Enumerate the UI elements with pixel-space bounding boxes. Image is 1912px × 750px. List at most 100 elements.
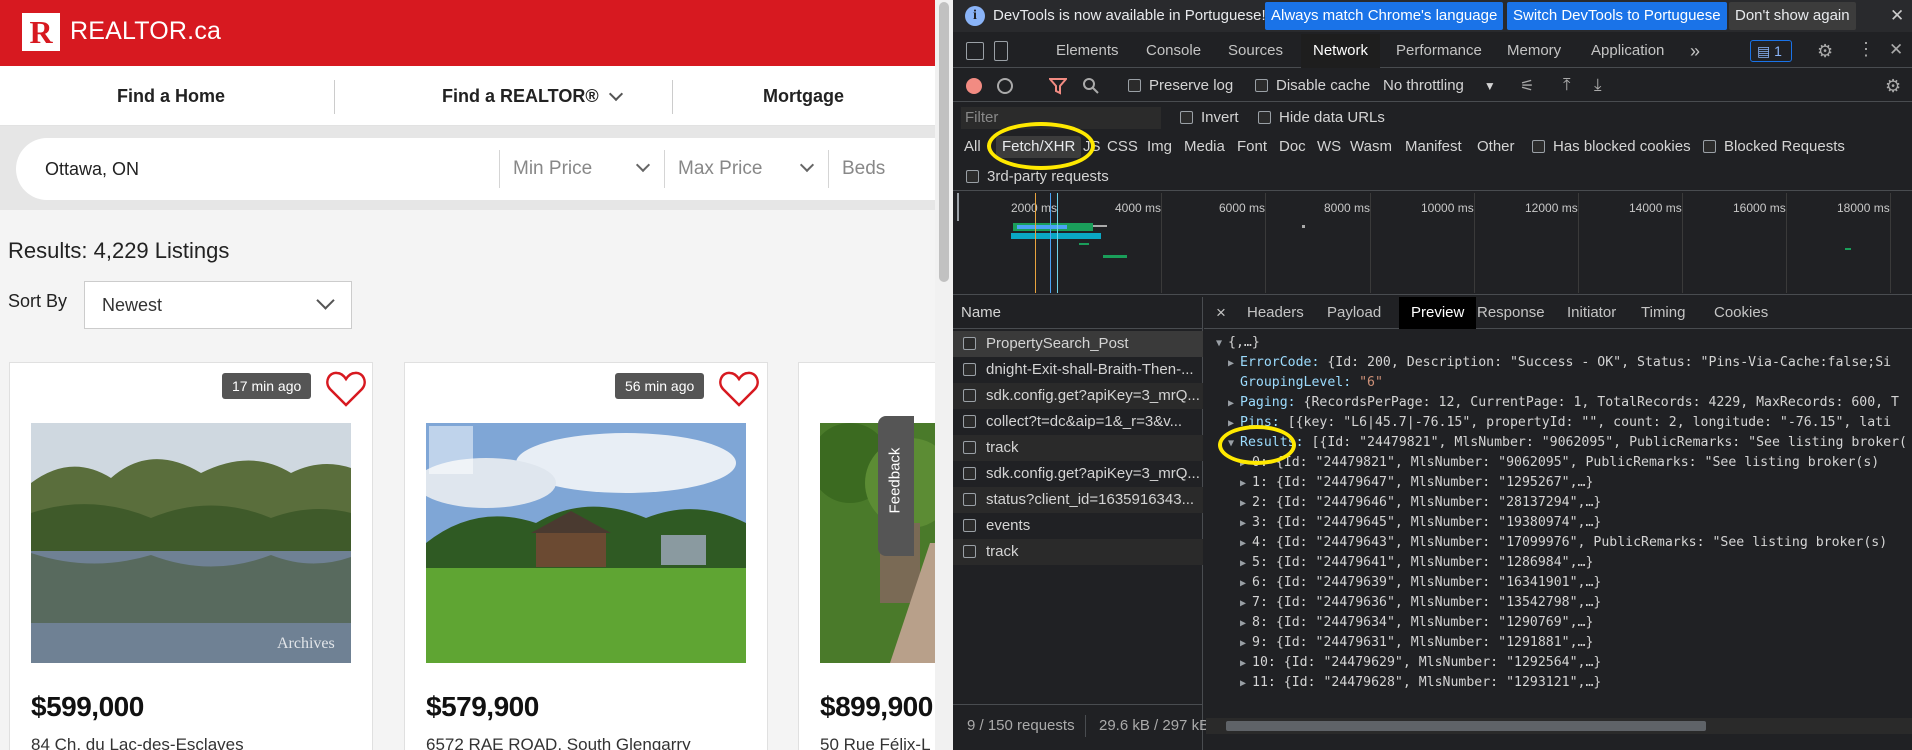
listing-photo[interactable] <box>426 423 746 663</box>
tab-initiator[interactable]: Initiator <box>1567 297 1616 329</box>
listing-card[interactable]: $899,900 50 Rue Félix-L <box>798 362 935 750</box>
kebab-menu-icon[interactable]: ⋮ <box>1857 39 1875 60</box>
export-har-icon[interactable]: ⤓ <box>1594 75 1602 95</box>
invert-checkbox[interactable] <box>1180 111 1193 124</box>
nav-find-a-home[interactable]: Find a Home <box>117 66 225 126</box>
heart-icon[interactable] <box>718 369 760 409</box>
inspect-element-icon[interactable] <box>966 42 984 60</box>
json-root[interactable]: ▼ {,…} <box>1216 333 1260 353</box>
name-column-header[interactable]: Name <box>953 297 1203 329</box>
request-row[interactable]: PropertySearch_Post <box>953 331 1203 357</box>
type-font[interactable]: Font <box>1237 138 1267 155</box>
json-node-results[interactable]: ▼ Results: [{Id: "24479821", MlsNumber: "… <box>1228 433 1907 453</box>
filter-input[interactable]: Filter <box>961 107 1161 129</box>
json-result-item[interactable]: ▶ 10: {Id: "24479629", MlsNumber: "129256… <box>1240 653 1601 673</box>
json-result-item[interactable]: ▶ 7: {Id: "24479636", MlsNumber: "1354279… <box>1240 593 1601 613</box>
tab-network[interactable]: Network <box>1301 34 1381 68</box>
json-result-item[interactable]: ▶ 11: {Id: "24479628", MlsNumber: "129312… <box>1240 673 1601 693</box>
location-input[interactable]: Ottawa, ON <box>45 138 139 200</box>
tab-headers[interactable]: Headers <box>1247 297 1304 329</box>
heart-icon[interactable] <box>325 369 367 409</box>
json-result-item[interactable]: ▶ 0: {Id: "24479821", MlsNumber: "9062095… <box>1240 453 1879 473</box>
json-result-item[interactable]: ▶ 4: {Id: "24479643", MlsNumber: "1709997… <box>1240 533 1887 553</box>
type-media[interactable]: Media <box>1184 138 1225 155</box>
min-price-select[interactable]: Min Price <box>513 138 673 200</box>
json-result-item[interactable]: ▶ 8: {Id: "24479634", MlsNumber: "1290769… <box>1240 613 1593 633</box>
has-blocked-cookies-checkbox[interactable] <box>1532 140 1545 153</box>
listing-card[interactable]: 17 min ago Archives $599,000 84 Ch. du L… <box>9 362 373 750</box>
json-node[interactable]: ▶ Pins: [{key: "L6|45.7|-76.15", property… <box>1228 413 1891 433</box>
json-result-item[interactable]: ▶ 2: {Id: "24479646", MlsNumber: "2813729… <box>1240 493 1601 513</box>
clear-icon[interactable] <box>997 78 1013 94</box>
tab-console[interactable]: Console <box>1146 34 1201 68</box>
network-overview-timeline[interactable]: 2000 ms 4000 ms 6000 ms 8000 ms 10000 ms… <box>953 193 1912 295</box>
json-node[interactable]: ▶ Paging: {RecordsPerPage: 12, CurrentPag… <box>1228 393 1899 413</box>
tab-elements[interactable]: Elements <box>1056 34 1119 68</box>
type-fetch-xhr[interactable]: Fetch/XHR <box>996 136 1082 158</box>
scrollbar-thumb[interactable] <box>1226 721 1706 731</box>
close-icon[interactable]: ✕ <box>1890 6 1904 26</box>
more-tabs-icon[interactable]: » <box>1690 34 1700 68</box>
tab-memory[interactable]: Memory <box>1507 34 1561 68</box>
type-doc[interactable]: Doc <box>1279 138 1306 155</box>
type-wasm[interactable]: Wasm <box>1350 138 1392 155</box>
preserve-log-checkbox[interactable] <box>1128 79 1141 92</box>
listing-card[interactable]: 56 min ago $579,900 6572 RAE ROAD, South… <box>404 362 768 750</box>
type-manifest[interactable]: Manifest <box>1405 138 1462 155</box>
nav-mortgage-calculators[interactable]: Mortgage Calculators <box>763 66 935 166</box>
issues-badge[interactable]: ▤ 1 <box>1750 40 1792 62</box>
request-row[interactable]: sdk.config.get?apiKey=3_mrQ... <box>953 461 1203 487</box>
throttling-select[interactable]: No throttling ▼ <box>1383 77 1496 94</box>
json-node[interactable]: ▶ ErrorCode: {Id: 200, Description: "Succ… <box>1228 353 1891 373</box>
network-conditions-icon[interactable]: ⚟ <box>1520 76 1534 96</box>
tab-preview[interactable]: Preview <box>1399 297 1477 329</box>
nav-find-a-realtor[interactable]: Find a REALTOR® <box>442 66 623 126</box>
record-icon[interactable] <box>966 78 982 94</box>
type-js[interactable]: JS <box>1083 138 1101 155</box>
json-result-item[interactable]: ▶ 9: {Id: "24479631", MlsNumber: "1291881… <box>1240 633 1593 653</box>
disable-cache-checkbox[interactable] <box>1255 79 1268 92</box>
type-other[interactable]: Other <box>1477 138 1515 155</box>
filter-icon[interactable] <box>1049 77 1067 95</box>
tab-cookies[interactable]: Cookies <box>1714 297 1768 329</box>
max-price-select[interactable]: Max Price <box>678 138 838 200</box>
request-row[interactable]: track <box>953 539 1203 565</box>
third-party-checkbox[interactable] <box>966 170 979 183</box>
request-row[interactable]: dnight-Exit-shall-Braith-Then-... <box>953 357 1203 383</box>
settings-gear-icon[interactable]: ⚙ <box>1817 41 1833 62</box>
tab-response[interactable]: Response <box>1477 297 1545 329</box>
listing-photo[interactable]: Archives <box>31 423 351 663</box>
request-row[interactable]: track <box>953 435 1203 461</box>
switch-to-portuguese-button[interactable]: Switch DevTools to Portuguese <box>1507 2 1727 30</box>
preview-horizontal-scrollbar[interactable] <box>1206 718 1912 734</box>
type-img[interactable]: Img <box>1147 138 1172 155</box>
type-css[interactable]: CSS <box>1107 138 1138 155</box>
request-row[interactable]: collect?t=dc&aip=1&_r=3&v... <box>953 409 1203 435</box>
search-icon[interactable] <box>1082 77 1100 95</box>
json-result-item[interactable]: ▶ 3: {Id: "24479645", MlsNumber: "1938097… <box>1240 513 1601 533</box>
json-result-item[interactable]: ▶ 5: {Id: "24479641", MlsNumber: "1286984… <box>1240 553 1593 573</box>
sort-select[interactable]: Newest <box>84 281 352 329</box>
scrollbar-thumb[interactable] <box>939 2 949 282</box>
blocked-requests-checkbox[interactable] <box>1703 140 1716 153</box>
request-row[interactable]: events <box>953 513 1203 539</box>
device-toolbar-icon[interactable] <box>994 41 1008 61</box>
close-detail-icon[interactable]: × <box>1216 297 1226 329</box>
import-har-icon[interactable]: ⤒ <box>1563 75 1571 95</box>
tab-application[interactable]: Application <box>1591 34 1664 68</box>
site-logo-text[interactable]: REALTOR.ca <box>70 17 221 46</box>
tab-performance[interactable]: Performance <box>1396 34 1482 68</box>
dont-show-again-button[interactable]: Don't show again <box>1729 2 1856 30</box>
tab-timing[interactable]: Timing <box>1641 297 1685 329</box>
hide-data-urls-checkbox[interactable] <box>1258 111 1271 124</box>
always-match-language-button[interactable]: Always match Chrome's language <box>1265 2 1504 30</box>
close-devtools-icon[interactable]: ✕ <box>1889 40 1903 60</box>
type-all[interactable]: All <box>964 138 981 155</box>
tab-payload[interactable]: Payload <box>1327 297 1381 329</box>
json-result-item[interactable]: ▶ 1: {Id: "24479647", MlsNumber: "1295267… <box>1240 473 1593 493</box>
request-row[interactable]: status?client_id=1635916343... <box>953 487 1203 513</box>
page-scrollbar[interactable] <box>935 0 953 750</box>
network-settings-gear-icon[interactable]: ⚙ <box>1885 76 1901 97</box>
realtor-logo-icon[interactable]: R <box>22 13 60 51</box>
beds-select[interactable]: Beds <box>842 138 885 200</box>
